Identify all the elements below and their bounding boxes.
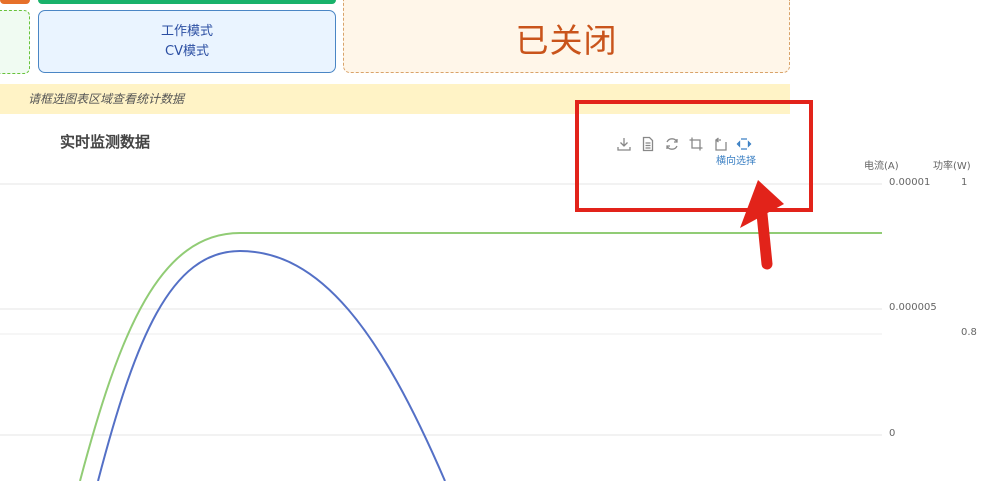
power-axis-title: 功率(W) xyxy=(933,161,971,172)
monitoring-chart[interactable] xyxy=(0,0,987,481)
series-line-blue xyxy=(97,249,446,481)
series-line-green xyxy=(79,232,882,481)
chart-title: 实时监测数据 xyxy=(60,133,151,151)
power-tick: 0.8 xyxy=(961,327,977,338)
power-tick: 1 xyxy=(961,177,968,188)
current-tick: 0.000005 xyxy=(889,302,937,313)
current-axis-title: 电流(A) xyxy=(864,161,899,172)
annotation-arrow-icon xyxy=(740,180,784,270)
current-tick: 0 xyxy=(889,428,896,439)
current-tick: 0.00001 xyxy=(889,177,931,188)
